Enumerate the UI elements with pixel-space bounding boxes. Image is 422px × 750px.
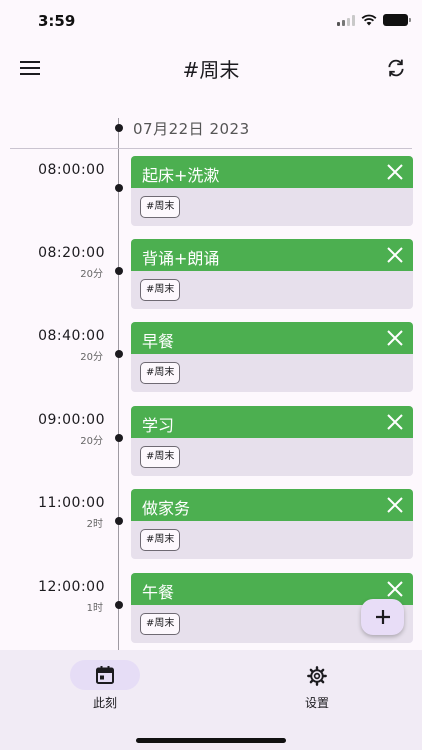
close-icon — [387, 497, 403, 513]
date-dot — [115, 124, 123, 132]
date-text: 07月22日 2023 — [133, 120, 250, 138]
event-card-header: 早餐 — [131, 322, 413, 354]
event-title: 做家务 — [142, 499, 191, 518]
app-bar: #周末 — [0, 44, 422, 92]
event-card[interactable]: 早餐 #周末 — [131, 322, 413, 392]
entry-dot — [115, 434, 123, 442]
entry-dot — [115, 517, 123, 525]
bottom-nav: 此刻 设置 — [0, 650, 422, 750]
event-card[interactable]: 背诵+朗诵 #周末 — [131, 239, 413, 309]
close-icon — [387, 581, 403, 597]
status-bar: 3:59 — [0, 0, 422, 44]
entry-time: 12:00:00 — [38, 579, 105, 595]
refresh-button[interactable] — [380, 53, 412, 83]
timeline-entry: 08:00:00 起床+洗漱 #周末 — [0, 156, 422, 228]
timeline-entry: 08:20:00 20分 背诵+朗诵 #周末 — [0, 239, 422, 311]
entry-dot — [115, 601, 123, 609]
event-title: 学习 — [142, 416, 175, 435]
delete-event-button[interactable] — [385, 579, 405, 599]
close-icon — [387, 414, 403, 430]
date-header: 07月22日 2023 — [0, 110, 422, 150]
timeline-entry: 09:00:00 20分 学习 #周末 — [0, 406, 422, 478]
entry-time: 08:20:00 — [38, 245, 105, 261]
nav-label: 设置 — [304, 696, 329, 710]
tag-chip[interactable]: #周末 — [140, 279, 181, 301]
event-title: 早餐 — [142, 332, 175, 351]
event-title: 起床+洗漱 — [142, 166, 220, 185]
event-card[interactable]: 起床+洗漱 #周末 — [131, 156, 413, 226]
tag-chip[interactable]: #周末 — [140, 613, 181, 635]
entry-dot — [115, 350, 123, 358]
timeline[interactable]: 07月22日 2023 08:00:00 起床+洗漱 #周末 08:20:00 … — [0, 110, 422, 650]
nav-active-indicator — [70, 660, 140, 690]
entry-time: 09:00:00 — [38, 412, 105, 428]
timeline-entry: 12:00:00 1时 午餐 #周末 — [0, 573, 422, 645]
tag-chip[interactable]: #周末 — [140, 196, 181, 218]
nav-item-settings[interactable]: 设置 — [274, 660, 360, 720]
close-icon — [387, 164, 403, 180]
entry-duration: 2时 — [86, 519, 103, 530]
entry-time: 08:40:00 — [38, 328, 105, 344]
plus-icon — [375, 610, 390, 624]
event-card-header: 起床+洗漱 — [131, 156, 413, 188]
tag-chip[interactable]: #周末 — [140, 446, 181, 468]
page-title: #周末 — [182, 58, 240, 82]
tag-chip[interactable]: #周末 — [140, 362, 181, 384]
event-title: 午餐 — [142, 583, 175, 602]
event-card-header: 做家务 — [131, 489, 413, 521]
timeline-entry: 08:40:00 20分 早餐 #周末 — [0, 322, 422, 394]
refresh-icon — [388, 59, 404, 77]
nav-label: 此刻 — [92, 696, 117, 710]
delete-event-button[interactable] — [385, 162, 405, 182]
close-icon — [387, 247, 403, 263]
entry-dot — [115, 184, 123, 192]
status-icons — [337, 14, 411, 26]
event-card-header: 学习 — [131, 406, 413, 438]
date-divider — [10, 148, 412, 149]
event-card-header: 背诵+朗诵 — [131, 239, 413, 271]
gear-icon — [307, 666, 327, 686]
entry-dot — [115, 267, 123, 275]
signal-icon — [337, 14, 355, 26]
timeline-entry: 11:00:00 2时 做家务 #周末 — [0, 489, 422, 561]
status-time: 3:59 — [38, 12, 76, 30]
tag-chip[interactable]: #周末 — [140, 529, 181, 551]
entry-time: 11:00:00 — [38, 495, 105, 511]
delete-event-button[interactable] — [385, 328, 405, 348]
nav-settings-icon-wrap — [302, 663, 332, 689]
delete-event-button[interactable] — [385, 495, 405, 515]
battery-icon — [383, 14, 411, 26]
entry-time: 08:00:00 — [38, 162, 105, 178]
event-card[interactable]: 学习 #周末 — [131, 406, 413, 476]
entry-duration: 1时 — [86, 603, 103, 614]
calendar-icon — [96, 666, 114, 684]
event-card[interactable]: 做家务 #周末 — [131, 489, 413, 559]
close-icon — [387, 330, 403, 346]
event-title: 背诵+朗诵 — [142, 249, 220, 268]
wifi-icon — [361, 14, 377, 26]
entry-duration: 20分 — [80, 352, 103, 363]
delete-event-button[interactable] — [385, 245, 405, 265]
delete-event-button[interactable] — [385, 412, 405, 432]
entry-duration: 20分 — [80, 436, 103, 447]
add-event-button[interactable] — [361, 599, 404, 635]
entry-duration: 20分 — [80, 269, 103, 280]
nav-item-now[interactable]: 此刻 — [62, 660, 148, 720]
home-indicator — [136, 738, 286, 743]
